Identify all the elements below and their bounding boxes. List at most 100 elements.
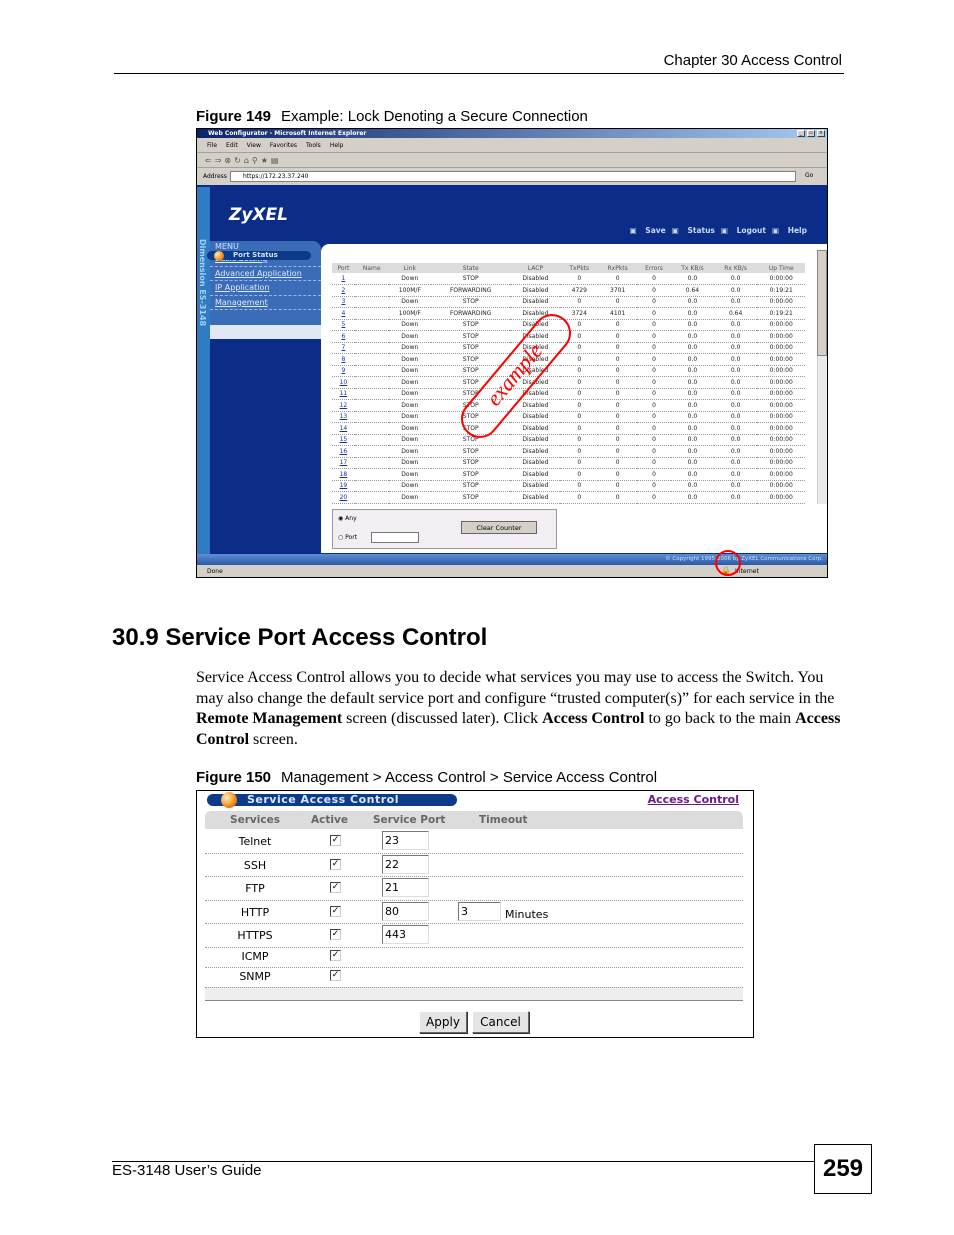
table-cell: Down: [388, 319, 431, 331]
table-cell: 0:00:00: [757, 330, 805, 343]
maximize-button[interactable]: ▫: [807, 130, 815, 137]
port-link[interactable]: 18: [332, 468, 355, 481]
port-link[interactable]: 7: [332, 342, 355, 354]
figure-caption-text: Example: Lock Denoting a Secure Connecti…: [281, 108, 588, 125]
port-link[interactable]: 10: [332, 376, 355, 389]
table-cell: Down: [388, 353, 431, 366]
active-checkbox[interactable]: ✓: [330, 882, 341, 893]
menu-item-management[interactable]: Management: [210, 296, 321, 310]
port-link[interactable]: 2: [332, 284, 355, 297]
port-link[interactable]: 9: [332, 365, 355, 377]
port-link[interactable]: 5: [332, 319, 355, 331]
menu-tools[interactable]: Tools: [306, 142, 321, 149]
port-link[interactable]: 11: [332, 388, 355, 400]
port-link[interactable]: 19: [332, 480, 355, 492]
table-row: 2 100M/F FORWARDING Disabled 4729 3701 0 0.64 0.…: [332, 284, 805, 297]
table-cell: 0.0: [671, 330, 714, 343]
link-help[interactable]: ▣ Help: [772, 226, 807, 235]
port-link[interactable]: 4: [332, 307, 355, 320]
port-link[interactable]: 6: [332, 330, 355, 343]
table-cell: 0: [637, 296, 672, 308]
menu-favorites[interactable]: Favorites: [270, 142, 297, 149]
table-row: 13 Down STOP Disabled 0 0 0 0.0 0.0 0:00:00: [332, 411, 805, 423]
table-cell: 0: [637, 468, 672, 481]
search-icon[interactable]: ⚲: [252, 156, 261, 165]
port-link[interactable]: 1: [332, 273, 355, 285]
table-row: 1 Down STOP Disabled 0 0 0 0.0 0.0 0:00:00: [332, 273, 805, 285]
table-cell: 0.0: [671, 353, 714, 366]
table-cell: 0:00:00: [757, 468, 805, 481]
menu-view[interactable]: View: [247, 142, 261, 149]
go-button[interactable]: Go: [805, 172, 813, 179]
print-icon[interactable]: ▤: [271, 156, 282, 165]
table-cell: [354, 273, 389, 285]
scrollbar-thumb[interactable]: [817, 250, 827, 356]
table-cell: 0.0: [671, 307, 714, 320]
active-checkbox[interactable]: ✓: [330, 929, 341, 940]
service-port-input[interactable]: 80: [382, 901, 429, 921]
menu-help[interactable]: Help: [330, 142, 344, 149]
table-cell: 0:00:00: [757, 353, 805, 366]
stop-icon[interactable]: ⊗: [224, 156, 234, 165]
cancel-button[interactable]: Cancel: [472, 1011, 529, 1033]
table-cell: 0: [598, 330, 638, 343]
port-input[interactable]: [371, 532, 419, 543]
clear-counter-button[interactable]: Clear Counter: [461, 521, 537, 534]
port-link[interactable]: 15: [332, 434, 355, 446]
radio-port[interactable]: ○ Port: [338, 534, 357, 541]
table-cell: STOP: [430, 480, 511, 492]
active-checkbox[interactable]: ✓: [330, 858, 341, 870]
port-link[interactable]: 3: [332, 296, 355, 308]
port-link[interactable]: 8: [332, 353, 355, 366]
browser-toolbar: ⇐⇒⊗↻⌂⚲★▤: [197, 154, 827, 168]
table-cell: 0:00:00: [757, 399, 805, 412]
menu-item-advanced-application[interactable]: Advanced Application: [210, 267, 321, 281]
table-cell: 0.0: [713, 434, 758, 446]
home-icon[interactable]: ⌂: [244, 156, 252, 165]
close-button[interactable]: ×: [817, 130, 825, 137]
zyxel-logo: ZyXEL: [229, 205, 288, 225]
browser-screenshot: Web Configurator - Microsoft Internet Ex…: [196, 128, 828, 578]
port-link[interactable]: 16: [332, 445, 355, 458]
radio-any[interactable]: ◉ Any: [338, 515, 357, 522]
port-link[interactable]: 12: [332, 399, 355, 412]
link-logout[interactable]: ▣ Logout: [721, 226, 766, 235]
favorites-icon[interactable]: ★: [261, 156, 271, 165]
table-cell: 100M/F: [388, 307, 431, 320]
table-cell: 0.0: [671, 388, 714, 400]
port-link[interactable]: 17: [332, 457, 355, 469]
text-run: to go back to the main: [644, 710, 796, 727]
refresh-icon[interactable]: ↻: [234, 156, 244, 165]
apply-button[interactable]: Apply: [419, 1011, 467, 1033]
menu-item-ip-application[interactable]: IP Application: [210, 281, 321, 296]
minimize-button[interactable]: _: [797, 130, 805, 137]
active-checkbox[interactable]: ✓: [330, 835, 341, 846]
link-save[interactable]: ▣ Save: [630, 226, 666, 235]
table-cell: Down: [388, 342, 431, 354]
table-cell: STOP: [430, 457, 511, 469]
figure-caption-text: Management > Access Control > Service Ac…: [281, 769, 658, 786]
table-cell: 0: [598, 342, 638, 354]
table-cell: 0.0: [713, 330, 758, 343]
active-checkbox[interactable]: ✓: [330, 969, 341, 981]
menu-file[interactable]: File: [207, 142, 217, 149]
service-port-input[interactable]: 22: [382, 854, 429, 874]
port-link[interactable]: 20: [332, 491, 355, 504]
forward-icon[interactable]: ⇒: [215, 156, 225, 165]
table-cell: [354, 411, 389, 423]
timeout-input[interactable]: 3: [458, 901, 501, 921]
port-link[interactable]: 14: [332, 422, 355, 435]
address-input[interactable]: https://172.23.37.240: [230, 171, 796, 182]
back-icon[interactable]: ⇐: [205, 156, 215, 165]
table-row: 11 Down STOP Disabled 0 0 0 0.0 0.0 0:00:00: [332, 388, 805, 400]
port-link[interactable]: 13: [332, 411, 355, 423]
menu-edit[interactable]: Edit: [226, 142, 238, 149]
link-status[interactable]: ▣ Status: [672, 226, 715, 235]
service-port-input[interactable]: 443: [382, 925, 429, 944]
service-port-input[interactable]: 23: [382, 831, 429, 850]
service-port-input[interactable]: 21: [382, 878, 429, 897]
table-cell: 0: [560, 296, 599, 308]
access-control-link[interactable]: Access Control: [648, 793, 739, 806]
active-checkbox[interactable]: ✓: [330, 949, 341, 961]
active-checkbox[interactable]: ✓: [330, 905, 341, 917]
